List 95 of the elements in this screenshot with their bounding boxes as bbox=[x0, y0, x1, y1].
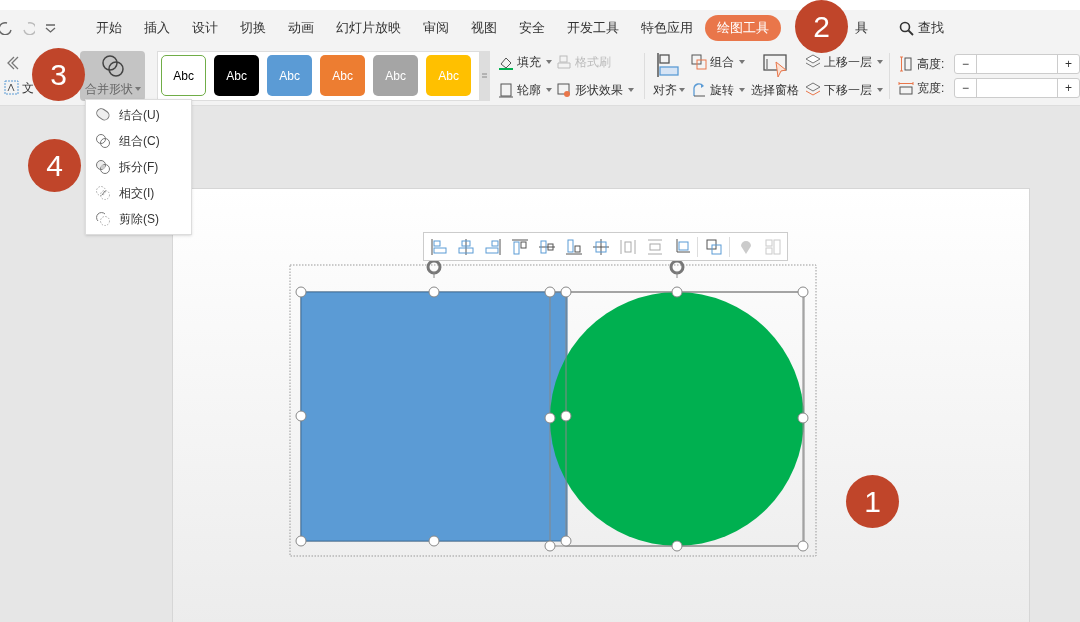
align-center-icon bbox=[455, 236, 476, 257]
align-top-icon bbox=[509, 236, 530, 257]
text-box-icon bbox=[4, 80, 19, 95]
ribbon-tab[interactable]: 开发工具 bbox=[556, 15, 630, 41]
menu-item[interactable]: 相交(I) bbox=[86, 180, 191, 206]
resize-handle[interactable] bbox=[544, 286, 556, 298]
menu-item[interactable]: 拆分(F) bbox=[86, 154, 191, 180]
ribbon-tab[interactable]: 幻灯片放映 bbox=[325, 15, 412, 41]
align-right-icon bbox=[482, 236, 503, 257]
rotate-handle[interactable] bbox=[669, 259, 685, 279]
fragment-shapes-icon bbox=[95, 159, 111, 175]
shape-style-swatch[interactable]: Abc bbox=[214, 55, 260, 96]
caret-icon bbox=[877, 87, 883, 92]
ribbon-tab[interactable]: 设计 bbox=[181, 15, 229, 41]
ribbon-tab[interactable]: 切换 bbox=[229, 15, 277, 41]
caret-icon bbox=[679, 88, 685, 92]
resize-handle[interactable] bbox=[671, 286, 683, 298]
resize-handle[interactable] bbox=[544, 540, 556, 552]
search-button[interactable]: 查找 bbox=[899, 18, 944, 38]
align-button[interactable]: 对齐 bbox=[653, 52, 685, 99]
field-label: 高度: bbox=[917, 55, 946, 73]
spin-field[interactable]: − + bbox=[954, 77, 1080, 98]
bring-forward-icon bbox=[805, 53, 821, 70]
resize-handle[interactable] bbox=[428, 286, 440, 298]
menu-item[interactable]: 组合(C) bbox=[86, 128, 191, 154]
resize-handle[interactable] bbox=[428, 535, 440, 547]
center-icon bbox=[590, 236, 611, 257]
ribbon-tab[interactable]: 开始 bbox=[85, 15, 133, 41]
shape-style-swatch[interactable]: Abc bbox=[161, 55, 207, 96]
group-icon bbox=[691, 53, 707, 70]
ribbon-tab[interactable]: 安全 bbox=[508, 15, 556, 41]
redo-icon bbox=[22, 21, 35, 35]
send-backward-icon bbox=[805, 81, 821, 98]
ribbon-button[interactable]: 轮廓 bbox=[498, 80, 557, 99]
align-icon bbox=[656, 52, 682, 78]
caret-icon bbox=[739, 87, 745, 92]
width-icon bbox=[898, 79, 914, 96]
merge-shapes-icon bbox=[100, 53, 125, 78]
resize-handle[interactable] bbox=[797, 412, 809, 424]
step-marker: 4 bbox=[28, 139, 81, 192]
text-label: 文 bbox=[22, 79, 34, 97]
resize-handle[interactable] bbox=[797, 540, 809, 552]
rotate-handle[interactable] bbox=[426, 259, 442, 279]
search-icon bbox=[899, 20, 914, 36]
resize-handle[interactable] bbox=[560, 286, 572, 298]
shape-effects-icon bbox=[556, 81, 573, 98]
undo-icon bbox=[0, 21, 12, 35]
resize-handle[interactable] bbox=[560, 535, 572, 547]
union-shapes-icon bbox=[95, 107, 111, 123]
subtract-shapes-icon bbox=[95, 211, 111, 227]
send-backward-button[interactable]: 下移一层 bbox=[805, 80, 883, 99]
ribbon-tab[interactable]: 视图 bbox=[460, 15, 508, 41]
group-button[interactable]: 组合 bbox=[691, 52, 745, 71]
ribbon-button[interactable]: 形状效果 bbox=[556, 80, 637, 99]
layout-icon bbox=[762, 236, 783, 257]
resize-handle[interactable] bbox=[295, 410, 307, 422]
rotate-icon bbox=[691, 81, 707, 98]
merge-shapes-button[interactable]: 合并形状 bbox=[80, 50, 146, 101]
resize-handle[interactable] bbox=[295, 535, 307, 547]
ribbon-tab[interactable]: 审阅 bbox=[412, 15, 460, 41]
caret-icon bbox=[134, 86, 141, 91]
combine-shapes-icon bbox=[95, 133, 111, 149]
height-icon bbox=[898, 55, 914, 72]
spin-field[interactable]: − + bbox=[954, 53, 1080, 74]
resize-handle[interactable] bbox=[797, 286, 809, 298]
ribbon-tab[interactable]: 特色应用 bbox=[630, 15, 704, 41]
outline-icon bbox=[498, 81, 515, 98]
align-bottom-icon bbox=[563, 236, 584, 257]
caret-icon bbox=[546, 87, 553, 92]
align-left-icon bbox=[428, 236, 449, 257]
ribbon-tab[interactable]: 插入 bbox=[133, 15, 181, 41]
caret-icon bbox=[739, 59, 745, 64]
bring-forward-button[interactable]: 上移一层 bbox=[805, 52, 883, 71]
caret-icon bbox=[546, 59, 553, 64]
resize-handle[interactable] bbox=[671, 540, 683, 552]
group-icon bbox=[703, 236, 724, 257]
intersect-shapes-icon bbox=[95, 185, 111, 201]
ribbon-tab[interactable]: 动画 bbox=[277, 15, 325, 41]
circle-shape[interactable] bbox=[550, 292, 804, 546]
caret-icon bbox=[877, 59, 883, 64]
menu-item[interactable]: 剪除(S) bbox=[86, 206, 191, 232]
rotate-button[interactable]: 旋转 bbox=[691, 80, 745, 99]
selection-pane-button[interactable]: 选择窗格 bbox=[751, 52, 799, 99]
customize-icon bbox=[45, 23, 56, 33]
ribbon-button[interactable]: 填充 bbox=[498, 52, 557, 71]
selection-pane-icon bbox=[762, 52, 788, 78]
field-label: 宽度: bbox=[917, 79, 946, 97]
gallery-more-icon bbox=[480, 72, 488, 79]
caret-icon bbox=[628, 87, 635, 92]
format-painter-icon bbox=[556, 53, 573, 70]
resize-handle[interactable] bbox=[295, 286, 307, 298]
menu-item[interactable]: 结合(U) bbox=[86, 102, 191, 128]
resize-handle[interactable] bbox=[560, 410, 572, 422]
ribbon-tab[interactable]: 具 bbox=[853, 15, 870, 41]
resize-handle[interactable] bbox=[544, 412, 556, 424]
